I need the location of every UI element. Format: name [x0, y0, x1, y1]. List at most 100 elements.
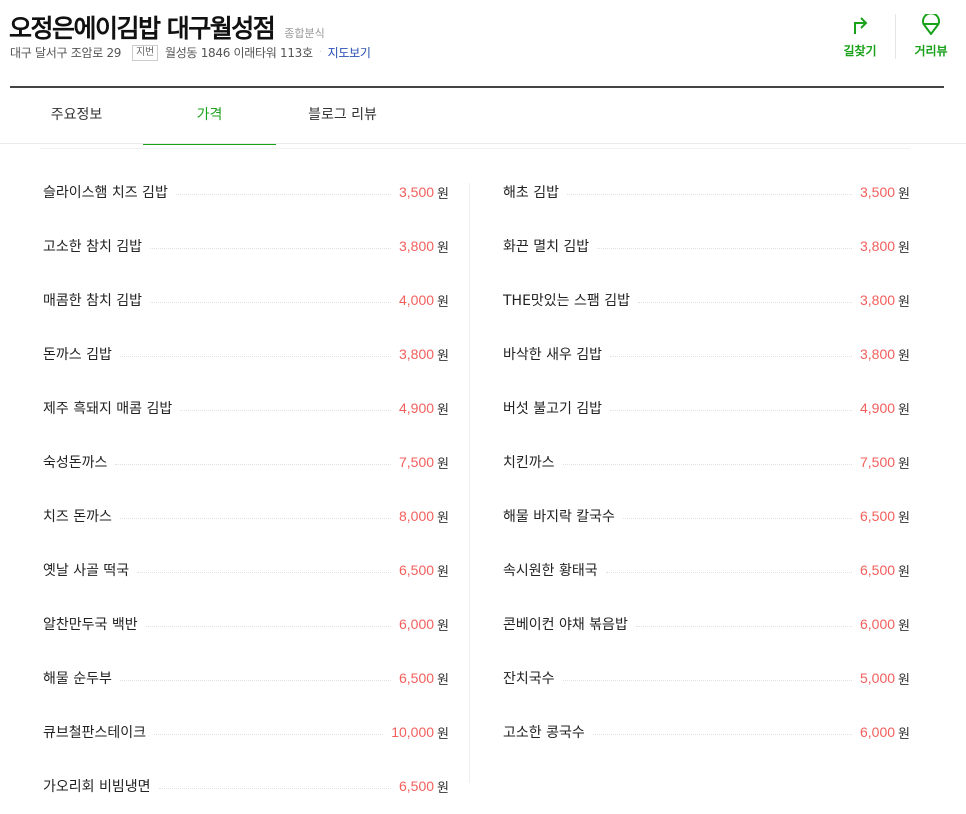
currency-unit: 원: [437, 348, 449, 364]
dotted-leader: [562, 679, 852, 681]
dotted-leader: [119, 355, 391, 357]
menu-item: 바삭한 새우 김밥 3,800 원: [503, 327, 910, 381]
menu-item: 숙성돈까스 7,500 원: [43, 435, 449, 489]
currency-unit: 원: [437, 186, 449, 202]
menu-item: 잔치국수 5,000 원: [503, 651, 910, 705]
menu-item: 버섯 불고기 김밥 4,900 원: [503, 381, 910, 435]
menu-item-name: 버섯 불고기 김밥: [503, 401, 603, 417]
action-buttons: 길찾기 거리뷰: [825, 14, 966, 59]
menu-item-price: 6,000: [859, 616, 896, 632]
directions-label: 길찾기: [843, 44, 877, 58]
menu-item: 돈까스 김밥 3,800 원: [43, 327, 449, 381]
directions-arrow-icon: [854, 17, 868, 34]
currency-unit: 원: [898, 294, 910, 310]
map-view-link[interactable]: 지도보기: [328, 44, 371, 61]
menu-item-price: 10,000: [391, 724, 435, 740]
menu-item: 옛날 사골 떡국 6,500 원: [43, 543, 449, 597]
menu-item-price: 6,500: [398, 562, 435, 578]
currency-unit: 원: [898, 456, 910, 472]
dotted-leader: [597, 247, 852, 249]
menu-item-price: 5,000: [859, 670, 896, 686]
currency-unit: 원: [898, 348, 910, 364]
menu-item-name: 고소한 참치 김밥: [43, 239, 143, 255]
menu-item-price: 8,000: [398, 508, 435, 524]
menu-item-name: 알찬만두국 백반: [43, 617, 138, 633]
menu-item: 치킨까스 7,500 원: [503, 435, 910, 489]
title-row: 오정은에이김밥 대구월성점 종합분식: [9, 9, 325, 45]
menu-item-price: 3,800: [859, 346, 896, 362]
menu-item-name: 고소한 콩국수: [503, 725, 585, 741]
dotted-leader: [175, 193, 391, 195]
menu-item-price: 7,500: [859, 454, 896, 470]
jibun-badge: 지번: [132, 44, 158, 61]
menu-item-name: 큐브철판스테이크: [43, 725, 147, 741]
menu-item: 슬라이스햄 치즈 김밥 3,500 원: [43, 165, 449, 219]
currency-unit: 원: [437, 564, 449, 580]
currency-unit: 원: [437, 780, 449, 796]
dotted-leader: [638, 301, 852, 303]
dotted-leader: [150, 247, 391, 249]
tab-divider: [0, 143, 966, 144]
menu-item-name: 화끈 멸치 김밥: [503, 239, 590, 255]
dotted-leader: [635, 625, 852, 627]
currency-unit: 원: [437, 402, 449, 418]
page-title: 오정은에이김밥 대구월성점: [9, 14, 276, 43]
menu-item-price: 7,500: [398, 454, 435, 470]
menu-item-name: 콘베이컨 야채 볶음밥: [503, 617, 628, 633]
currency-unit: 원: [437, 618, 449, 634]
dotted-leader: [566, 193, 852, 195]
menu-item-price: 4,900: [859, 400, 896, 416]
dotted-leader: [154, 733, 384, 735]
currency-unit: 원: [437, 672, 449, 688]
address-row: 대구 달서구 조암로 29 지번 월성동 1846 이래타워 113호 · 지도…: [10, 44, 371, 61]
menu-item: 고소한 콩국수 6,000 원: [503, 705, 910, 759]
dotted-leader: [605, 571, 852, 573]
menu-item-name: 슬라이스햄 치즈 김밥: [43, 185, 168, 201]
menu-item-price: 6,500: [398, 670, 435, 686]
menu-item-name: 치킨까스: [503, 455, 555, 471]
menu-item-name: THE맛있는 스팸 김밥: [503, 293, 630, 309]
separator-dot: ·: [318, 47, 322, 58]
dotted-leader: [137, 571, 391, 573]
streetview-pin-icon: [922, 14, 940, 35]
tab-bar: 주요정보 가격 블로그 리뷰: [10, 86, 944, 145]
currency-unit: 원: [898, 402, 910, 418]
tab-blog-review[interactable]: 블로그 리뷰: [276, 88, 409, 143]
directions-button[interactable]: 길찾기: [825, 14, 895, 59]
menu-item-name: 해물 순두부: [43, 671, 112, 687]
dotted-leader: [145, 625, 391, 627]
tab-price[interactable]: 가격: [143, 88, 276, 145]
dotted-leader: [158, 787, 391, 789]
menu-item-price: 3,500: [398, 184, 435, 200]
menu-item-price: 4,000: [398, 292, 435, 308]
menu-column-left: 슬라이스햄 치즈 김밥 3,500 원 고소한 참치 김밥 3,800 원 매콤한 참치 김…: [43, 165, 449, 813]
menu-item-price: 3,500: [859, 184, 896, 200]
menu-item-price: 6,000: [859, 724, 896, 740]
currency-unit: 원: [437, 240, 449, 256]
jibun-address: 월성동 1846 이래타워 113호: [164, 46, 313, 60]
streetview-button[interactable]: 거리뷰: [895, 14, 966, 59]
dotted-leader: [622, 517, 852, 519]
dotted-leader: [119, 679, 391, 681]
menu-item-price: 4,900: [398, 400, 435, 416]
currency-unit: 원: [898, 726, 910, 742]
currency-unit: 원: [898, 564, 910, 580]
menu-item: 콘베이컨 야채 볶음밥 6,000 원: [503, 597, 910, 651]
menu-item-name: 옛날 사골 떡국: [43, 563, 130, 579]
dotted-leader: [115, 463, 391, 465]
currency-unit: 원: [437, 726, 449, 742]
price-menu: 슬라이스햄 치즈 김밥 3,500 원 고소한 참치 김밥 3,800 원 매콤한 참치 김…: [40, 148, 910, 796]
menu-item-name: 제주 흑돼지 매콤 김밥: [43, 401, 173, 417]
menu-item-name: 매콤한 참치 김밥: [43, 293, 143, 309]
menu-item-name: 속시원한 황태국: [503, 563, 598, 579]
menu-item-name: 가오리회 비빔냉면: [43, 779, 151, 795]
currency-unit: 원: [437, 294, 449, 310]
menu-item-price: 3,800: [398, 346, 435, 362]
menu-item: 가오리회 비빔냉면 6,500 원: [43, 759, 449, 813]
tab-main-info[interactable]: 주요정보: [10, 88, 143, 143]
currency-unit: 원: [898, 186, 910, 202]
menu-item-price: 6,500: [859, 508, 896, 524]
menu-item: 해물 바지락 칼국수 6,500 원: [503, 489, 910, 543]
dotted-leader: [562, 463, 852, 465]
menu-item: THE맛있는 스팸 김밥 3,800 원: [503, 273, 910, 327]
